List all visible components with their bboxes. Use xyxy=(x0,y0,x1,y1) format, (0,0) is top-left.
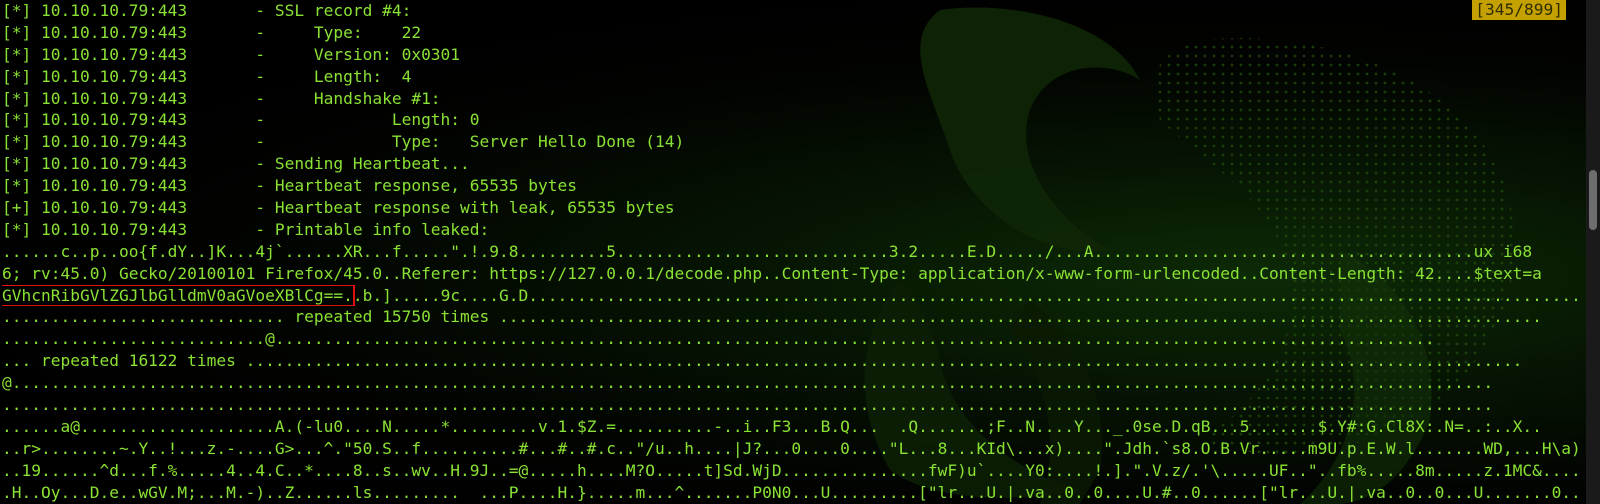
terminal-line: [*] 10.10.10.79:443 - Sending Heartbeat.… xyxy=(2,153,1582,175)
terminal-line-text: [*] 10.10.10.79:443 - Length: 4 xyxy=(2,66,412,86)
highlighted-leak-text: GVhcnRibGVlZGJlbGlldmV0aGVoeXBlCg==. xyxy=(2,284,355,307)
terminal-line-text: ..r>........~.Y..!...z.-....G>...^."50.S… xyxy=(2,438,1582,458)
terminal-line: [*] 10.10.10.79:443 - Type: Server Hello… xyxy=(2,131,1582,153)
terminal-line: ......c..p..oo{f.dY..]K...4j`......XR...… xyxy=(2,241,1582,263)
terminal-line-text: .b.].....9c....G.D......................… xyxy=(352,285,1582,305)
terminal-line: [*] 10.10.10.79:443 - SSL record #4: xyxy=(2,0,1582,22)
terminal-line: [*] 10.10.10.79:443 - Length: 0 xyxy=(2,109,1582,131)
terminal-line-text: [*] 10.10.10.79:443 - Handshake #1: xyxy=(2,88,441,108)
terminal-line-text: [+] 10.10.10.79:443 - Heartbeat response… xyxy=(2,198,675,218)
terminal-line-text: 6; rv:45.0) Gecko/20100101 Firefox/45.0.… xyxy=(2,263,1542,283)
scrollbar-thumb[interactable] xyxy=(1589,170,1597,230)
terminal-line-text: ...........................@............… xyxy=(2,329,1435,349)
terminal-line: ..r>........~.Y..!...z.-....G>...^."50.S… xyxy=(2,438,1582,460)
terminal-line-text: @.......................................… xyxy=(2,373,1494,393)
terminal-line: ........................................… xyxy=(2,394,1582,416)
terminal-line: 6; rv:45.0) Gecko/20100101 Firefox/45.0.… xyxy=(2,263,1582,285)
terminal-line-text: [*] 10.10.10.79:443 - Version: 0x0301 xyxy=(2,44,461,64)
terminal-line-text: .H..Oy...D.e..wGV.M;...M.-)..Z......ls..… xyxy=(2,482,1582,502)
terminal-line: [*] 10.10.10.79:443 - Length: 4 xyxy=(2,66,1582,88)
terminal-line-text: ......a@....................A.(-lu0....N… xyxy=(2,416,1542,436)
terminal-output: [*] 10.10.10.79:443 - SSL record #4: [*] … xyxy=(2,0,1582,503)
terminal-line: [*] 10.10.10.79:443 - Type: 22 xyxy=(2,22,1582,44)
terminal-line-text: [*] 10.10.10.79:443 - Type: 22 xyxy=(2,22,422,42)
terminal-line: [*] 10.10.10.79:443 - Heartbeat response… xyxy=(2,175,1582,197)
terminal-line-text: [*] 10.10.10.79:443 - Type: Server Hello… xyxy=(2,132,685,152)
terminal-line-text: ........................................… xyxy=(2,395,1494,415)
search-match-counter: [345/899] xyxy=(1472,0,1566,20)
terminal-line: [*] 10.10.10.79:443 - Version: 0x0301 xyxy=(2,44,1582,66)
terminal-line: ... repeated 16122 times ...............… xyxy=(2,350,1582,372)
terminal-line: .H..Oy...D.e..wGV.M;...M.-)..Z......ls..… xyxy=(2,482,1582,504)
terminal-line: [*] 10.10.10.79:443 - Handshake #1: xyxy=(2,88,1582,110)
terminal-line: ...........................@............… xyxy=(2,328,1582,350)
terminal-line-text: [*] 10.10.10.79:443 - Sending Heartbeat.… xyxy=(2,154,470,174)
terminal-line: GVhcnRibGVlZGJlbGlldmV0aGVoeXBlCg==..b.]… xyxy=(2,284,1582,307)
terminal-line: [+] 10.10.10.79:443 - Heartbeat response… xyxy=(2,197,1582,219)
terminal-line: ......a@....................A.(-lu0....N… xyxy=(2,416,1582,438)
terminal-line-text: ... repeated 16122 times ...............… xyxy=(2,351,1523,371)
terminal-line-text: [*] 10.10.10.79:443 - Printable info lea… xyxy=(2,219,490,239)
terminal-window[interactable]: [*] 10.10.10.79:443 - SSL record #4: [*] … xyxy=(0,0,1600,504)
terminal-line: [*] 10.10.10.79:443 - Printable info lea… xyxy=(2,219,1582,241)
terminal-line-text: [*] 10.10.10.79:443 - Length: 0 xyxy=(2,110,480,130)
scrollbar[interactable] xyxy=(1586,0,1600,504)
terminal-line: ............................. repeated 1… xyxy=(2,306,1582,328)
terminal-line: @.......................................… xyxy=(2,372,1582,394)
terminal-line: ..19......^d...f.%.....4..4.C..*....8..s… xyxy=(2,460,1582,482)
terminal-line-text: ..19......^d...f.%.....4..4.C..*....8..s… xyxy=(2,460,1582,480)
terminal-line-text: [*] 10.10.10.79:443 - SSL record #4: xyxy=(2,1,412,20)
terminal-line-text: ............................. repeated 1… xyxy=(2,307,1542,327)
terminal-line-text: ......c..p..oo{f.dY..]K...4j`......XR...… xyxy=(2,241,1533,261)
terminal-line-text: [*] 10.10.10.79:443 - Heartbeat response… xyxy=(2,176,577,196)
